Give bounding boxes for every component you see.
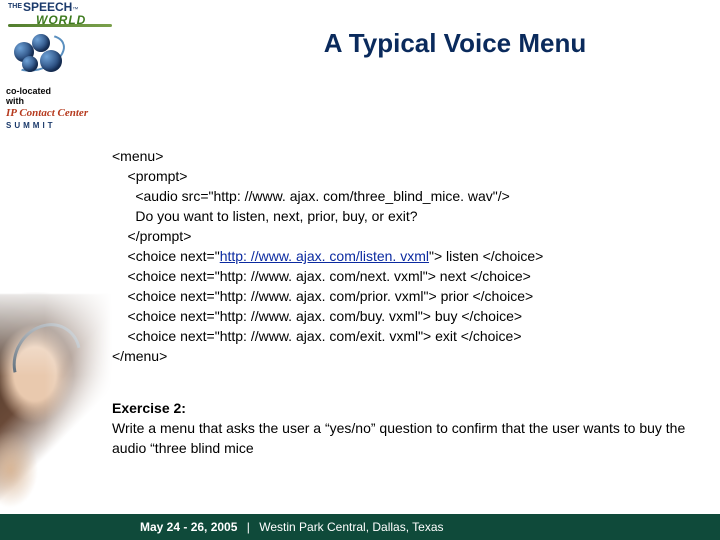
code-line: <choice next="http: //www. ajax. com/buy…	[112, 308, 522, 324]
code-line: <prompt>	[112, 168, 187, 184]
logo-speech: SPEECH	[23, 0, 72, 14]
code-block: <menu> <prompt> <audio src="http: //www.…	[112, 146, 708, 366]
sphere-icon	[22, 56, 38, 72]
photo-fade	[0, 284, 112, 514]
ipcc-line1: IP Contact Center	[6, 107, 88, 119]
code-line: <menu>	[112, 148, 163, 164]
footer-location: Westin Park Central, Dallas, Texas	[259, 520, 443, 534]
colocated-line1: co-located	[6, 86, 51, 96]
code-line: <choice next="	[112, 248, 220, 264]
code-line: <choice next="http: //www. ajax. com/pri…	[112, 288, 533, 304]
footer-content: May 24 - 26, 2005 | Westin Park Central,…	[140, 514, 444, 540]
conference-logo: THESPEECH™ WORLD	[0, 0, 127, 85]
colocated-line2: with	[6, 96, 24, 106]
code-line: "> listen </choice>	[429, 248, 543, 264]
footer-date: May 24 - 26, 2005	[140, 520, 237, 534]
colocated-label: co-located with	[6, 86, 51, 106]
code-line: <choice next="http: //www. ajax. com/exi…	[112, 328, 522, 344]
ipcc-logo: IP Contact Center SUMMIT	[6, 108, 88, 131]
code-line: </menu>	[112, 348, 167, 364]
ipcc-line2: SUMMIT	[6, 120, 88, 131]
code-line: </prompt>	[112, 228, 191, 244]
code-line: Do you want to listen, next, prior, buy,…	[112, 208, 418, 224]
code-line: <audio src="http: //www. ajax. com/three…	[112, 188, 510, 204]
sphere-icon	[40, 50, 62, 72]
slide-body: <menu> <prompt> <audio src="http: //www.…	[112, 146, 708, 458]
exercise-label: Exercise 2:	[112, 400, 186, 416]
logo-underline	[8, 24, 112, 27]
exercise-text: Write a menu that asks the user a “yes/n…	[112, 420, 685, 456]
decorative-photo	[0, 284, 112, 514]
footer-bar: May 24 - 26, 2005 | Westin Park Central,…	[0, 514, 720, 540]
slide-title: A Typical Voice Menu	[215, 28, 695, 59]
logo-the: THE	[8, 1, 22, 12]
exercise-block: Exercise 2: Write a menu that asks the u…	[112, 398, 708, 458]
slide: { "logo": { "the": "THE", "speech": "SPE…	[0, 0, 720, 540]
code-line: <choice next="http: //www. ajax. com/nex…	[112, 268, 531, 284]
sphere-icon	[32, 34, 50, 52]
logo-graphic	[8, 30, 68, 74]
choice-link-listen[interactable]: http: //www. ajax. com/listen. vxml	[220, 248, 429, 264]
footer-separator: |	[247, 520, 250, 534]
